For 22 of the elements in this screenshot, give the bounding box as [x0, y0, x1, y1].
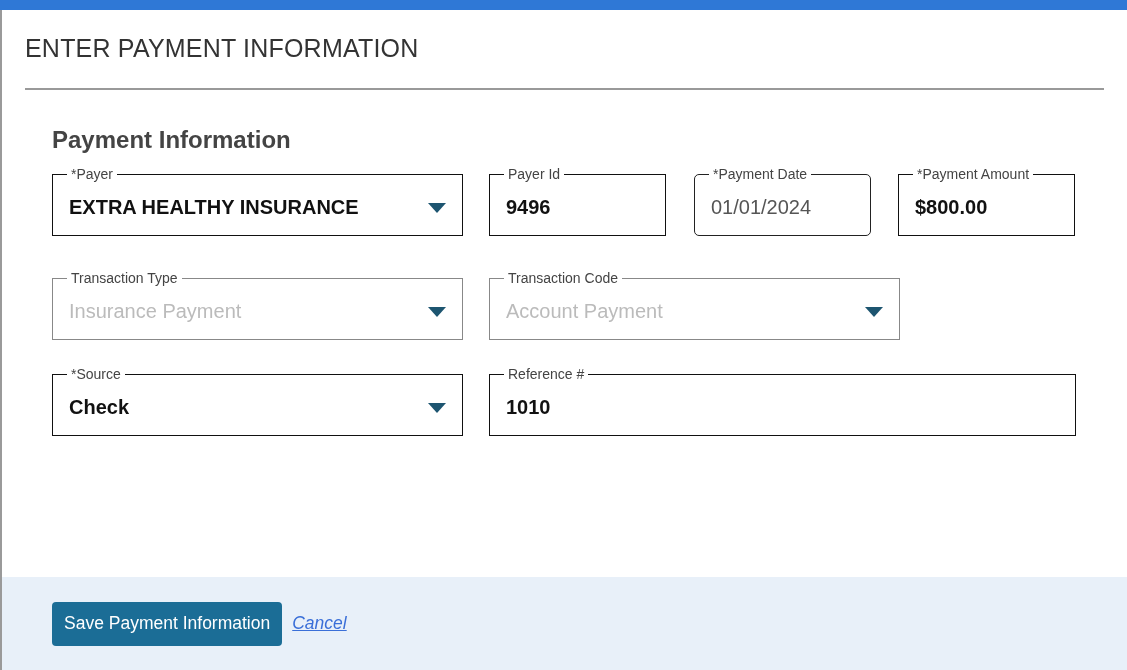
dropdown-field[interactable]: *Source Check	[52, 366, 463, 436]
section-heading: Payment Information	[52, 126, 292, 154]
input-field[interactable]: Reference # 1010	[489, 366, 1076, 436]
dropdown-field[interactable]: *Payer EXTRA HEALTHY INSURANCE	[52, 166, 463, 236]
caret-icon	[428, 306, 446, 317]
field-label: Reference #	[507, 366, 586, 382]
field-label: Payer Id	[507, 166, 562, 182]
date-field[interactable]: *Payment Date 01/01/2024	[694, 166, 871, 236]
caret-icon	[428, 202, 446, 213]
save-button[interactable]: Save Payment Information	[52, 601, 283, 646]
cancel-link[interactable]: Cancel	[292, 613, 347, 634]
input-field[interactable]: Payer Id 9496	[489, 166, 666, 236]
field-label: *Payer	[70, 166, 115, 182]
input-field[interactable]: *Payment Amount $800.00	[898, 166, 1075, 236]
field-label: *Payment Amount	[916, 166, 1031, 182]
caret-icon	[428, 402, 446, 413]
field-label: *Source	[70, 366, 122, 382]
field-label: Transaction Type	[70, 270, 179, 286]
field-label: *Payment Date	[712, 166, 809, 182]
dialog-title: ENTER PAYMENT INFORMATION	[25, 34, 420, 64]
field-label: Transaction Code	[507, 270, 619, 286]
caret-icon	[865, 306, 883, 317]
